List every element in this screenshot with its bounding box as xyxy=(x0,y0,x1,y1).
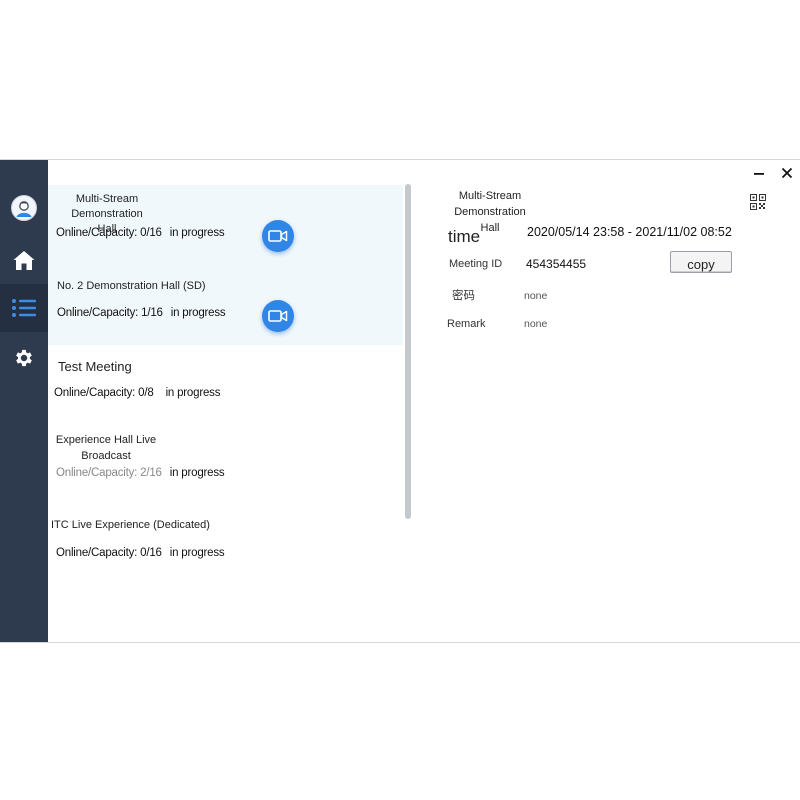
list-item[interactable]: Experience Hall Live Broadcast Online/Cap… xyxy=(48,425,403,515)
home-icon xyxy=(13,251,35,270)
join-video-button[interactable] xyxy=(262,300,294,332)
gear-icon xyxy=(16,349,32,367)
meeting-window: Multi-Stream Demonstration Hall Online/Ca… xyxy=(0,159,800,643)
sidebar-item-avatar[interactable] xyxy=(0,184,48,232)
remark-label: Remark xyxy=(447,318,486,330)
room-name: ITC Live Experience (Dedicated) xyxy=(51,519,210,531)
remark-value: none xyxy=(524,318,548,330)
list-scrollbar[interactable] xyxy=(405,184,411,519)
room-name: Test Meeting xyxy=(58,359,132,374)
sidebar xyxy=(0,160,48,642)
room-name: Experience Hall Live Broadcast xyxy=(55,434,157,462)
qr-code-icon[interactable] xyxy=(750,194,766,210)
join-video-button[interactable] xyxy=(262,220,294,252)
time-value: 2020/05/14 23:58 - 2021/11/02 08:52 xyxy=(527,225,732,239)
meeting-list: Multi-Stream Demonstration Hall Online/Ca… xyxy=(48,160,410,642)
list-item[interactable]: Multi-Stream Demonstration Hall Online/Ca… xyxy=(48,185,403,265)
meeting-id-label: Meeting ID xyxy=(449,258,503,270)
room-status: Online/Capacity: 1/16 in progress xyxy=(57,307,226,319)
video-camera-icon xyxy=(268,310,288,322)
list-icon xyxy=(12,299,36,317)
sidebar-item-home[interactable] xyxy=(0,236,48,284)
time-label: time xyxy=(448,227,481,246)
meeting-id-value: 454354455 xyxy=(526,257,587,271)
room-status: Online/Capacity: 0/16 in progress xyxy=(56,547,225,559)
room-status: Online/Capacity: 0/8 in progress xyxy=(54,387,221,399)
video-camera-icon xyxy=(268,230,288,242)
password-value: none xyxy=(524,290,548,302)
copy-button[interactable]: copy xyxy=(670,251,732,273)
room-status: Online/Capacity: 0/16 in progress xyxy=(56,227,225,239)
list-item[interactable]: Test Meeting Online/Capacity: 0/8 in prog… xyxy=(48,345,403,425)
list-item[interactable]: No. 2 Demonstration Hall (SD) Online/Cap… xyxy=(48,265,403,345)
room-status: Online/Capacity: 2/16 in progress xyxy=(56,467,225,479)
meeting-detail-panel: Multi-Stream Demonstration Hall time 2020… xyxy=(412,160,800,642)
list-item[interactable]: ITC Live Experience (Dedicated) Online/C… xyxy=(48,515,403,595)
password-label: 密码 xyxy=(452,290,475,302)
sidebar-item-settings[interactable] xyxy=(0,334,48,382)
user-avatar-icon xyxy=(11,195,37,221)
room-name: No. 2 Demonstration Hall (SD) xyxy=(57,280,206,292)
sidebar-item-meeting-list[interactable] xyxy=(0,284,48,332)
